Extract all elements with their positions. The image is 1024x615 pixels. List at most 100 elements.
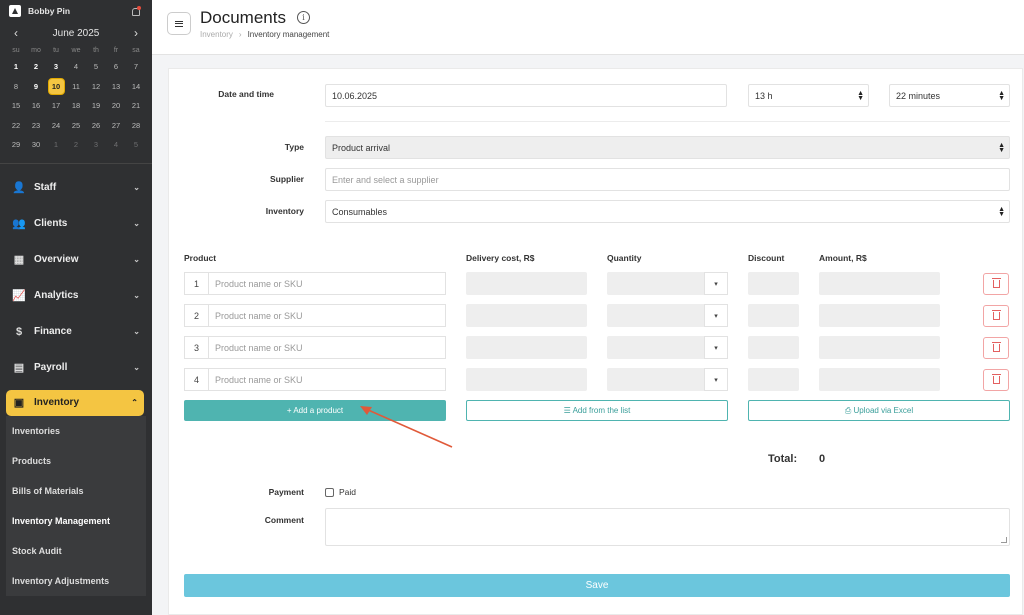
calendar-day-today[interactable]: 10 <box>46 77 66 97</box>
submenu-item[interactable]: Inventory Adjustments <box>6 566 146 596</box>
minute-select[interactable]: 22 minutes ▲ ▼ <box>889 84 1010 107</box>
calendar-day[interactable]: 6 <box>106 57 126 77</box>
discount-input[interactable] <box>748 304 799 327</box>
calendar-day[interactable]: 5 <box>86 57 106 77</box>
paid-checkbox[interactable] <box>325 488 334 497</box>
calendar-day[interactable]: 8 <box>6 77 26 97</box>
quantity-input[interactable] <box>607 336 707 359</box>
calendar-day[interactable]: 18 <box>66 96 86 116</box>
product-search-input[interactable]: Product name or SKU <box>208 272 446 295</box>
supplier-input[interactable]: Enter and select a supplier <box>325 168 1010 191</box>
calendar-day[interactable]: 4 <box>66 57 86 77</box>
delivery-cost-input[interactable] <box>466 304 587 327</box>
sidebar-item-inventory[interactable]: ▣ Inventory ⌃ <box>6 389 144 416</box>
sidebar-item-staff[interactable]: 👤 Staff ⌄ <box>0 170 152 206</box>
submenu-item[interactable]: Inventory Management <box>6 506 146 536</box>
calendar-day[interactable]: 13 <box>106 77 126 97</box>
calendar-day[interactable]: 3 <box>46 57 66 77</box>
sidebar-item-analytics[interactable]: 📈 Analytics ⌄ <box>0 278 152 314</box>
submenu-item[interactable]: Stock Audit <box>6 536 146 566</box>
delivery-cost-input[interactable] <box>466 336 587 359</box>
delivery-cost-input[interactable] <box>466 368 587 391</box>
sidebar-item-label: Inventory <box>34 397 80 408</box>
calendar-day[interactable]: 1 <box>46 135 66 155</box>
calendar-day[interactable]: 30 <box>26 135 46 155</box>
calendar-day[interactable]: 1 <box>6 57 26 77</box>
discount-input[interactable] <box>748 336 799 359</box>
calendar-day[interactable]: 3 <box>86 135 106 155</box>
quantity-input[interactable] <box>607 272 707 295</box>
quantity-input[interactable] <box>607 368 707 391</box>
delete-row-button[interactable] <box>983 337 1009 359</box>
calendar-day-number: 5 <box>133 140 139 150</box>
calendar-day[interactable]: 23 <box>26 116 46 136</box>
calendar-day[interactable]: 26 <box>86 116 106 136</box>
mini-calendar: ‹ June 2025 › su mo tu we th fr sa 1 2 3 4 5 6 7 8 9 10 1… <box>0 22 152 155</box>
resize-handle-icon[interactable] <box>1001 537 1007 543</box>
submenu-item[interactable]: Inventories <box>6 416 146 446</box>
calendar-day[interactable]: 27 <box>106 116 126 136</box>
delete-row-button[interactable] <box>983 305 1009 327</box>
annotation-arrow <box>360 406 453 448</box>
calendar-day[interactable]: 29 <box>6 135 26 155</box>
submenu-item[interactable]: Bills of Materials <box>6 476 146 506</box>
user-name[interactable]: Bobby Pin <box>28 6 130 16</box>
sidebar-item-payroll[interactable]: ▤ Payroll ⌄ <box>0 350 152 386</box>
info-icon[interactable]: i <box>297 11 310 24</box>
calendar-day[interactable]: 9 <box>26 77 46 97</box>
calendar-day[interactable]: 20 <box>106 96 126 116</box>
date-input[interactable]: 10.06.2025 <box>325 84 727 107</box>
calendar-day[interactable]: 2 <box>26 57 46 77</box>
calendar-day[interactable]: 21 <box>126 96 146 116</box>
calendar-day[interactable]: 16 <box>26 96 46 116</box>
comment-textarea[interactable] <box>325 508 1010 546</box>
discount-input[interactable] <box>748 272 799 295</box>
calendar-day[interactable]: 24 <box>46 116 66 136</box>
calendar-day[interactable]: 28 <box>126 116 146 136</box>
upload-excel-button[interactable]: ⎙ Upload via Excel <box>748 400 1010 421</box>
calendar-next-button[interactable]: › <box>134 26 138 40</box>
calendar-day[interactable]: 11 <box>66 77 86 97</box>
save-button[interactable]: Save <box>184 574 1010 597</box>
calendar-day[interactable]: 19 <box>86 96 106 116</box>
sidebar-item-finance[interactable]: $ Finance ⌄ <box>0 314 152 350</box>
sidebar-item-clients[interactable]: 👥 Clients ⌄ <box>0 206 152 242</box>
calendar-prev-button[interactable]: ‹ <box>14 26 18 40</box>
sidebar-item-overview[interactable]: ▦ Overview ⌄ <box>0 242 152 278</box>
delete-row-button[interactable] <box>983 369 1009 391</box>
quantity-unit-dropdown[interactable]: ▾ <box>704 336 728 359</box>
hour-select[interactable]: 13 h ▲ ▼ <box>748 84 869 107</box>
quantity-unit-dropdown[interactable]: ▾ <box>704 368 728 391</box>
inventory-select[interactable]: Consumables ▲ ▼ <box>325 200 1010 223</box>
product-search-input[interactable]: Product name or SKU <box>208 336 446 359</box>
product-search-input[interactable]: Product name or SKU <box>208 368 446 391</box>
type-select[interactable]: Product arrival ▲ ▼ <box>325 136 1010 159</box>
bell-icon[interactable] <box>130 6 141 16</box>
calendar-day[interactable]: 5 <box>126 135 146 155</box>
menu-toggle-button[interactable] <box>167 12 191 35</box>
calendar-day[interactable]: 25 <box>66 116 86 136</box>
quantity-unit-dropdown[interactable]: ▾ <box>704 304 728 327</box>
calendar-day[interactable]: 2 <box>66 135 86 155</box>
add-from-list-button[interactable]: ☰ Add from the list <box>466 400 728 421</box>
submenu-item[interactable]: Products <box>6 446 146 476</box>
breadcrumb-link-inventory[interactable]: Inventory <box>200 30 233 39</box>
quantity-unit-dropdown[interactable]: ▾ <box>704 272 728 295</box>
calendar-day[interactable]: 14 <box>126 77 146 97</box>
date-label: Date and time <box>218 89 274 99</box>
product-search-input[interactable]: Product name or SKU <box>208 304 446 327</box>
calendar-day-number: 17 <box>51 101 61 111</box>
calendar-day[interactable]: 15 <box>6 96 26 116</box>
calendar-day[interactable]: 7 <box>126 57 146 77</box>
discount-input[interactable] <box>748 368 799 391</box>
calendar-day[interactable]: 22 <box>6 116 26 136</box>
calendar-day[interactable]: 17 <box>46 96 66 116</box>
calendar-day[interactable]: 4 <box>106 135 126 155</box>
delivery-cost-input[interactable] <box>466 272 587 295</box>
delete-row-button[interactable] <box>983 273 1009 295</box>
trash-icon <box>991 374 1001 384</box>
calendar-day-number: 15 <box>11 101 21 111</box>
trash-icon <box>991 342 1001 352</box>
quantity-input[interactable] <box>607 304 707 327</box>
calendar-day[interactable]: 12 <box>86 77 106 97</box>
